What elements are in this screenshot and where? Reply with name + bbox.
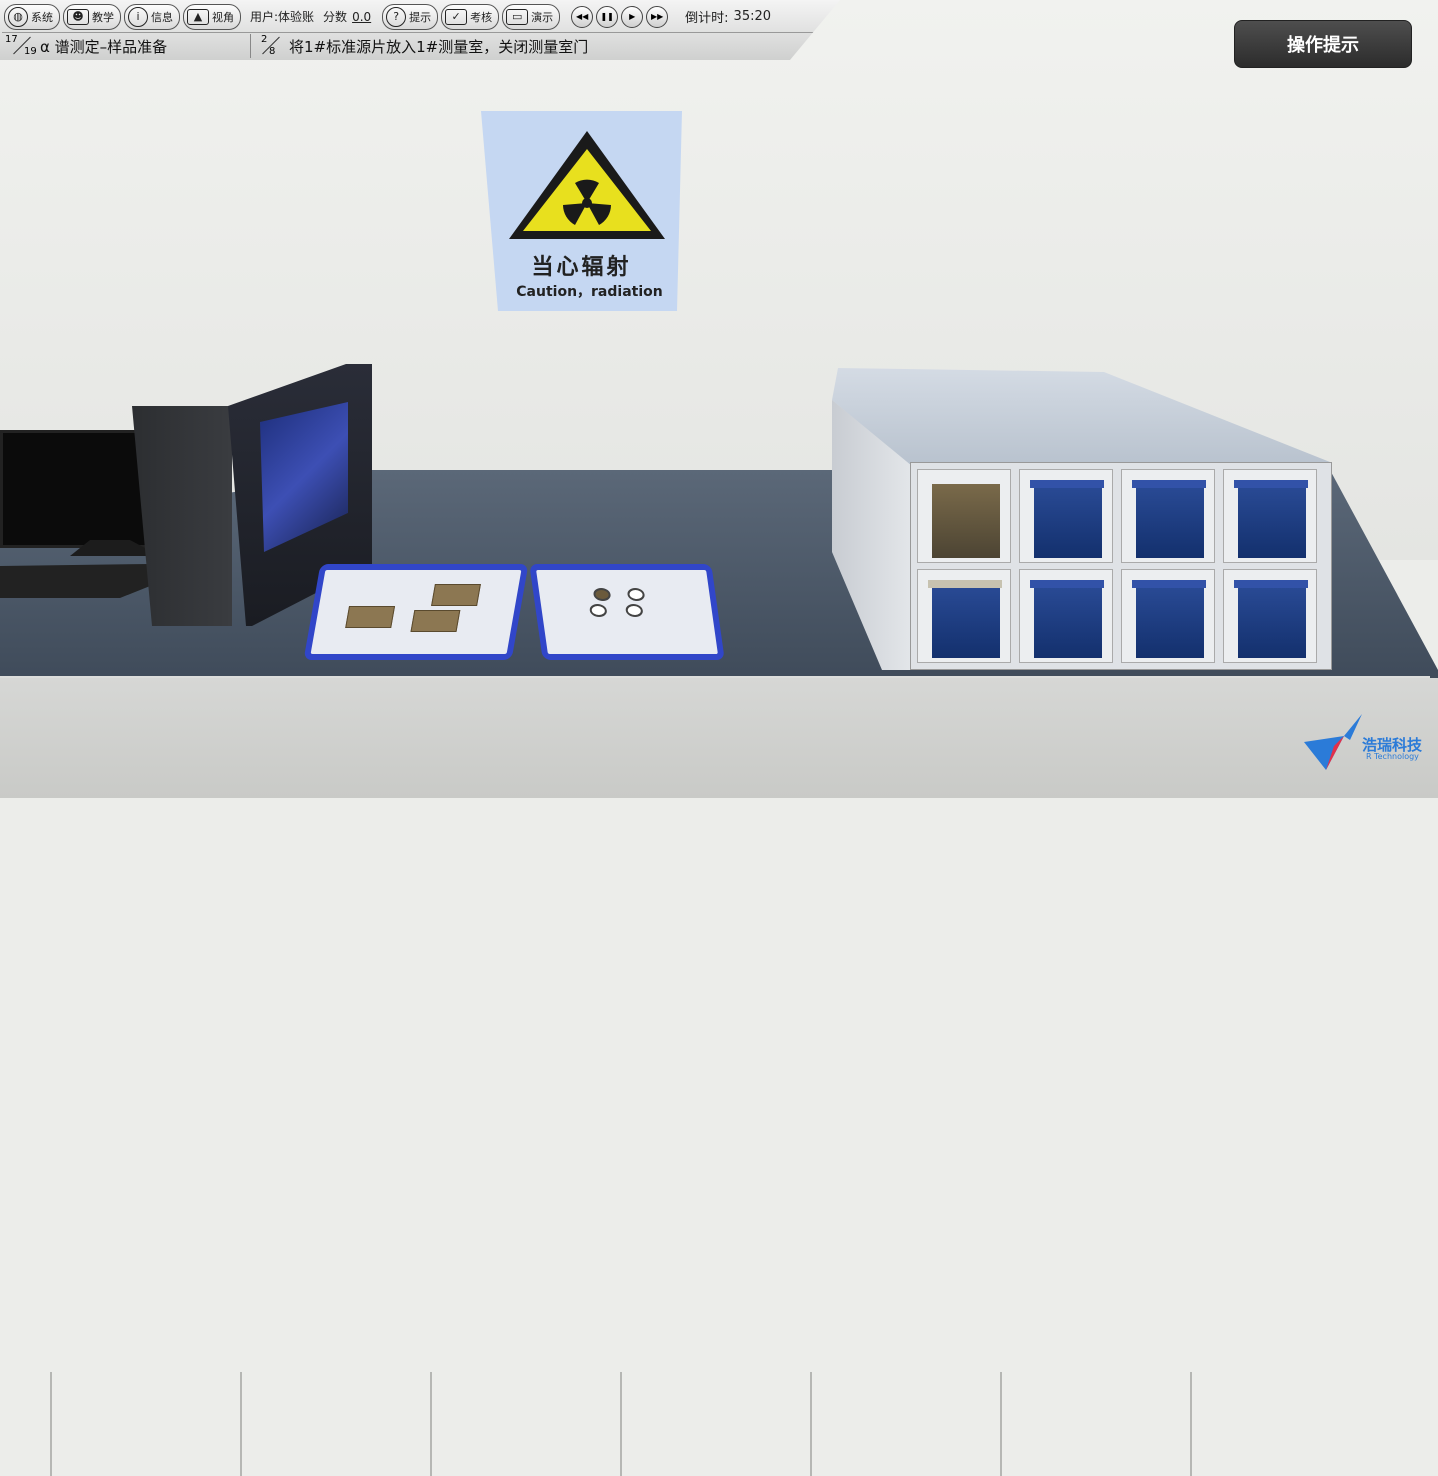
question-icon: ? bbox=[386, 6, 407, 27]
sample-tray-2[interactable] bbox=[529, 564, 725, 660]
measurement-chamber-3[interactable] bbox=[1121, 469, 1215, 563]
instrument-top bbox=[832, 368, 1330, 466]
playback-controls: ◀◀ ❚❚ ▶ ▶▶ bbox=[571, 5, 669, 28]
system-button-label: 系统 bbox=[31, 10, 53, 24]
chamber-handle bbox=[1030, 480, 1104, 488]
cabinet-door bbox=[240, 1372, 242, 1476]
chamber-door[interactable] bbox=[1136, 484, 1204, 558]
step-total: 8 bbox=[269, 46, 276, 57]
source-sample-plate[interactable] bbox=[431, 584, 481, 606]
exam-mode-button[interactable]: ✓ 考核 bbox=[441, 3, 500, 30]
toolbar-main-row: ◍ 系统 ☻ 教学 i 信息 ▲ 视角 用户:体验账 分数 0.0 ? 提示 ✓… bbox=[4, 3, 771, 30]
clipboard-icon: ✓ bbox=[445, 8, 468, 25]
system-button[interactable]: ◍ 系统 bbox=[4, 3, 60, 30]
teaching-button-label: 教学 bbox=[92, 10, 114, 24]
sample-disc[interactable] bbox=[626, 588, 646, 601]
chamber-door[interactable] bbox=[1136, 584, 1204, 658]
cabinet-door bbox=[1000, 1372, 1002, 1476]
top-toolbar: ◍ 系统 ☻ 教学 i 信息 ▲ 视角 用户:体验账 分数 0.0 ? 提示 ✓… bbox=[0, 0, 840, 60]
cabinet-door bbox=[1190, 1372, 1192, 1476]
cabinet-door bbox=[620, 1372, 622, 1476]
lab-bench-cabinet bbox=[0, 678, 1438, 1476]
radiation-hazard-icon bbox=[509, 131, 665, 239]
measurement-chamber-6[interactable] bbox=[1019, 569, 1113, 663]
chamber-door[interactable] bbox=[1034, 584, 1102, 658]
logo-icon bbox=[1304, 714, 1362, 770]
radiation-warning-sign: 当心辐射 Caution，radiation bbox=[481, 111, 682, 311]
view-button[interactable]: ▲ 视角 bbox=[183, 3, 241, 30]
score-value: 0.0 bbox=[352, 9, 372, 24]
rewind-icon[interactable]: ◀◀ bbox=[571, 5, 594, 28]
step-counter: 2 8 bbox=[251, 33, 289, 59]
info-button[interactable]: i 信息 bbox=[124, 3, 180, 30]
cabinet-door bbox=[810, 1372, 812, 1476]
demo-mode-label: 演示 bbox=[531, 10, 554, 24]
monitor-icon: ▭ bbox=[506, 8, 529, 25]
progress-row: 17 19 α 谱测定–样品准备 2 8 将1#标准源片放入1#测量室，关闭测量… bbox=[2, 32, 832, 59]
teacher-icon: ☻ bbox=[67, 8, 89, 25]
chamber-door[interactable] bbox=[1238, 484, 1306, 558]
sample-disc[interactable] bbox=[624, 604, 644, 617]
alpha-spectrometer[interactable] bbox=[832, 368, 1332, 670]
chamber-door[interactable] bbox=[932, 584, 1000, 658]
exam-mode-label: 考核 bbox=[470, 10, 493, 24]
measurement-chamber-1[interactable] bbox=[917, 469, 1011, 563]
sample-disc[interactable] bbox=[588, 604, 608, 617]
globe-icon: ◍ bbox=[8, 6, 28, 27]
view-button-label: 视角 bbox=[212, 10, 234, 24]
measurement-chamber-5[interactable] bbox=[917, 569, 1011, 663]
demo-mode-button[interactable]: ▭ 演示 bbox=[502, 3, 561, 30]
teaching-button[interactable]: ☻ 教学 bbox=[63, 3, 121, 30]
countdown-label: 倒计时: bbox=[685, 11, 729, 26]
chamber-handle bbox=[1234, 580, 1308, 588]
measurement-chamber-7[interactable] bbox=[1121, 569, 1215, 663]
tower-front-panel bbox=[132, 406, 232, 626]
measurement-chamber-8[interactable] bbox=[1223, 569, 1317, 663]
chamber-door[interactable] bbox=[1238, 584, 1306, 658]
user-label: 用户:体验账 bbox=[250, 10, 315, 24]
cabinet-door bbox=[430, 1372, 432, 1476]
score-label: 分数 bbox=[323, 10, 348, 24]
sample-tray-1[interactable] bbox=[303, 564, 529, 660]
chamber-door[interactable] bbox=[1034, 484, 1102, 558]
operation-hint-button[interactable]: 操作提示 bbox=[1234, 20, 1412, 68]
source-sample-plate[interactable] bbox=[410, 610, 461, 632]
instrument-front-panel bbox=[910, 462, 1332, 670]
pause-icon[interactable]: ❚❚ bbox=[596, 5, 619, 28]
hint-mode-label: 提示 bbox=[409, 10, 432, 24]
measurement-chamber-4[interactable] bbox=[1223, 469, 1317, 563]
task-title: α 谱测定–样品准备 bbox=[40, 37, 168, 56]
task-number: 17 bbox=[5, 34, 18, 45]
view-icon: ▲ bbox=[187, 8, 209, 25]
chamber-drawer-open[interactable] bbox=[928, 580, 1002, 588]
play-icon[interactable]: ▶ bbox=[621, 5, 644, 28]
step-number: 2 bbox=[261, 34, 268, 45]
chamber-handle bbox=[1132, 480, 1206, 488]
logo-name-en: R Technology bbox=[1366, 752, 1419, 761]
chamber-handle bbox=[1030, 580, 1104, 588]
cabinet-door bbox=[50, 1372, 52, 1476]
chamber-door-open[interactable] bbox=[932, 484, 1000, 558]
hint-mode-button[interactable]: ? 提示 bbox=[382, 3, 439, 30]
sign-title-en: Caution，radiation bbox=[516, 284, 663, 300]
company-logo: 浩瑞科技 R Technology bbox=[1304, 712, 1428, 772]
chamber-handle bbox=[1234, 480, 1308, 488]
fast-forward-icon[interactable]: ▶▶ bbox=[646, 5, 669, 28]
sign-title-cn: 当心辐射 bbox=[531, 255, 632, 280]
step-description: 将1#标准源片放入1#测量室，关闭测量室门 bbox=[289, 37, 589, 56]
info-button-label: 信息 bbox=[151, 10, 173, 24]
source-sample-plate[interactable] bbox=[345, 606, 396, 628]
countdown-value: 35:20 bbox=[733, 9, 772, 24]
chamber-handle bbox=[1132, 580, 1206, 588]
info-icon: i bbox=[128, 6, 148, 27]
sample-disc[interactable] bbox=[592, 588, 612, 601]
measurement-chamber-2[interactable] bbox=[1019, 469, 1113, 563]
task-total: 19 bbox=[24, 46, 37, 57]
task-counter: 17 19 bbox=[2, 33, 40, 59]
